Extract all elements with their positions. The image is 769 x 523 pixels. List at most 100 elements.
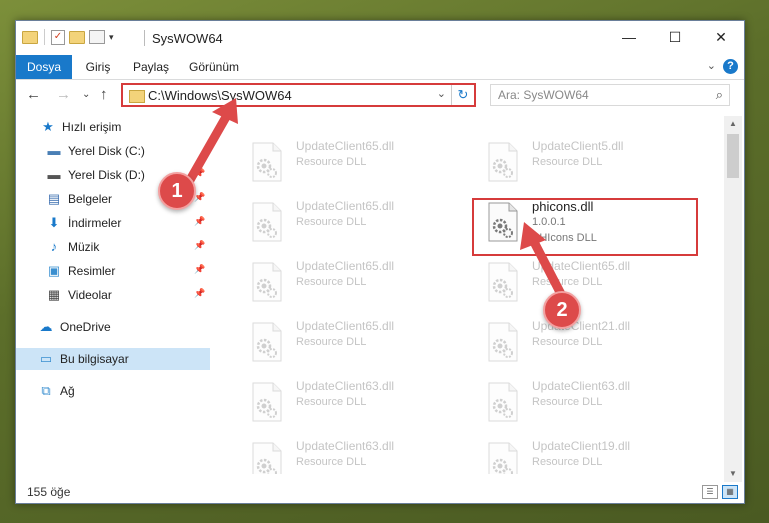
sidebar-item[interactable]: ⧉ Ağ bbox=[16, 380, 210, 402]
sidebar-item[interactable]: ▦ Videolar 📌 bbox=[16, 284, 210, 306]
dll-file-icon bbox=[487, 382, 519, 422]
highlight-box bbox=[472, 198, 698, 256]
sidebar-item-label: Müzik bbox=[68, 240, 100, 254]
scroll-down-icon[interactable]: ▼ bbox=[724, 466, 742, 482]
file-item[interactable]: UpdateClient65.dll Resource DLL bbox=[242, 196, 472, 250]
dll-file-icon bbox=[251, 322, 283, 362]
file-item[interactable]: UpdateClient65.dll Resource DLL bbox=[242, 136, 472, 190]
title-divider bbox=[144, 30, 145, 46]
sidebar-item-label: Videolar bbox=[68, 288, 112, 302]
title-bar: ✓ ▾ SysWOW64 — ☐ ✕ bbox=[16, 21, 744, 55]
tab-share[interactable]: Paylaş bbox=[124, 55, 178, 79]
customize-toolbar-icon[interactable]: ▾ bbox=[109, 32, 114, 43]
sidebar-item[interactable]: ★ Hızlı erişim bbox=[16, 116, 210, 138]
search-box[interactable]: Ara: SysWOW64 ⌕ bbox=[490, 84, 730, 106]
vertical-scrollbar[interactable]: ▲ ▼ bbox=[724, 116, 742, 482]
file-type: Resource DLL bbox=[532, 276, 603, 288]
quick-access-toolbar: ✓ ▾ bbox=[22, 29, 114, 45]
pin-icon[interactable]: 📌 bbox=[194, 216, 205, 227]
file-item[interactable]: UpdateClient5.dll Resource DLL bbox=[478, 136, 708, 190]
sidebar-item[interactable]: ☁ OneDrive bbox=[16, 316, 210, 338]
file-name: UpdateClient63.dll bbox=[296, 379, 395, 393]
pin-icon[interactable]: 📌 bbox=[194, 288, 205, 299]
file-item[interactable]: UpdateClient63.dll Resource DLL bbox=[242, 376, 472, 430]
scroll-thumb[interactable] bbox=[727, 134, 739, 178]
navigation-pane: ★ Hızlı erişim ▬ Yerel Disk (C:) ▬ Yerel Disk… bbox=[16, 116, 210, 472]
file-item[interactable]: UpdateClient65.dll Resource DLL bbox=[478, 256, 708, 310]
dll-file-icon bbox=[251, 442, 283, 474]
dll-file-icon bbox=[487, 442, 519, 474]
sidebar-item-label: Yerel Disk (D:) bbox=[68, 168, 145, 182]
dll-file-icon bbox=[251, 142, 283, 182]
sidebar-item[interactable]: ▭ Bu bilgisayar bbox=[16, 348, 210, 370]
file-item[interactable]: UpdateClient63.dll Resource DLL bbox=[478, 376, 708, 430]
window-controls: — ☐ ✕ bbox=[606, 21, 744, 53]
minimize-button[interactable]: — bbox=[606, 21, 652, 53]
file-name: UpdateClient65.dll bbox=[296, 319, 395, 333]
star-icon: ★ bbox=[42, 119, 54, 134]
back-icon[interactable]: ← bbox=[26, 86, 41, 103]
file-item[interactable]: UpdateClient63.dll Resource DLL bbox=[242, 436, 472, 474]
file-name: UpdateClient65.dll bbox=[296, 199, 395, 213]
search-icon[interactable]: ⌕ bbox=[716, 87, 723, 103]
tab-home[interactable]: Giriş bbox=[76, 55, 120, 79]
status-bar: 155 öğe ☰ ▦ bbox=[16, 482, 744, 503]
sidebar-item-label: Hızlı erişim bbox=[62, 120, 122, 134]
file-list: UpdateClient65.dll Resource DLL UpdateClie… bbox=[222, 116, 722, 474]
up-icon[interactable]: ↑ bbox=[100, 86, 108, 103]
close-button[interactable]: ✕ bbox=[698, 21, 744, 53]
file-type: Resource DLL bbox=[296, 216, 367, 228]
refresh-icon[interactable]: ↻ bbox=[451, 85, 474, 105]
computer-icon: ▭ bbox=[39, 351, 53, 366]
sidebar-item[interactable]: ▬ Yerel Disk (C:) bbox=[16, 140, 210, 162]
sidebar-item-label: Resimler bbox=[68, 264, 116, 278]
dll-file-icon bbox=[487, 322, 519, 362]
file-item[interactable]: UpdateClient19.dll Resource DLL bbox=[478, 436, 708, 474]
forward-icon[interactable]: → bbox=[56, 86, 71, 103]
folder-icon bbox=[129, 90, 145, 103]
maximize-button[interactable]: ☐ bbox=[652, 21, 698, 53]
scroll-up-icon[interactable]: ▲ bbox=[724, 116, 742, 132]
new-folder-icon[interactable] bbox=[69, 30, 85, 44]
file-item[interactable]: UpdateClient21.dll Resource DLL bbox=[478, 316, 708, 370]
recent-locations-icon[interactable]: ⌄ bbox=[82, 89, 90, 100]
sidebar-item-label: İndirmeler bbox=[68, 216, 122, 230]
file-name: UpdateClient65.dll bbox=[532, 259, 631, 273]
music-icon: ♪ bbox=[50, 239, 58, 254]
ribbon-tabs: Dosya Giriş Paylaş Görünüm ⌄ ? bbox=[16, 55, 744, 80]
properties-check-icon[interactable]: ✓ bbox=[51, 29, 65, 45]
file-item[interactable]: UpdateClient65.dll Resource DLL bbox=[242, 256, 472, 310]
sidebar-item[interactable]: ♪ Müzik 📌 bbox=[16, 236, 210, 258]
search-placeholder: Ara: SysWOW64 bbox=[498, 88, 589, 102]
details-view-icon[interactable]: ☰ bbox=[702, 485, 718, 499]
address-path[interactable]: C:\Windows\SysWOW64 bbox=[148, 88, 292, 103]
tab-view[interactable]: Görünüm bbox=[182, 55, 246, 79]
step-marker-1: 1 bbox=[158, 172, 196, 210]
pin-icon[interactable]: 📌 bbox=[194, 168, 205, 179]
address-bar[interactable]: C:\Windows\SysWOW64 ⌄ ↻ bbox=[121, 83, 476, 107]
window-title: SysWOW64 bbox=[152, 31, 223, 46]
file-name: UpdateClient19.dll bbox=[532, 439, 631, 453]
item-count: 155 öğe bbox=[27, 485, 71, 499]
dll-file-icon bbox=[251, 382, 283, 422]
sidebar-item[interactable]: ▣ Resimler 📌 bbox=[16, 260, 210, 282]
help-icon[interactable]: ? bbox=[723, 59, 738, 74]
explorer-window: ✓ ▾ SysWOW64 — ☐ ✕ Dosya Giriş Paylaş Gö… bbox=[15, 20, 745, 504]
pin-icon[interactable]: 📌 bbox=[194, 264, 205, 275]
sidebar-item[interactable]: ⬇ İndirmeler 📌 bbox=[16, 212, 210, 234]
file-type: Resource DLL bbox=[296, 276, 367, 288]
view-properties-icon[interactable] bbox=[89, 30, 105, 44]
large-icons-view-icon[interactable]: ▦ bbox=[722, 485, 738, 499]
address-dropdown-icon[interactable]: ⌄ bbox=[437, 87, 446, 100]
dll-file-icon bbox=[487, 142, 519, 182]
file-type: Resource DLL bbox=[532, 456, 603, 468]
file-name: UpdateClient5.dll bbox=[532, 139, 624, 153]
sidebar-item-label: Yerel Disk (C:) bbox=[68, 144, 145, 158]
pin-icon[interactable]: 📌 bbox=[194, 240, 205, 251]
file-name: UpdateClient65.dll bbox=[296, 259, 395, 273]
tab-file[interactable]: Dosya bbox=[16, 55, 72, 79]
expand-ribbon-icon[interactable]: ⌄ bbox=[707, 59, 716, 72]
dll-file-icon bbox=[251, 202, 283, 242]
drive-icon: ▬ bbox=[47, 167, 61, 182]
file-item[interactable]: UpdateClient65.dll Resource DLL bbox=[242, 316, 472, 370]
